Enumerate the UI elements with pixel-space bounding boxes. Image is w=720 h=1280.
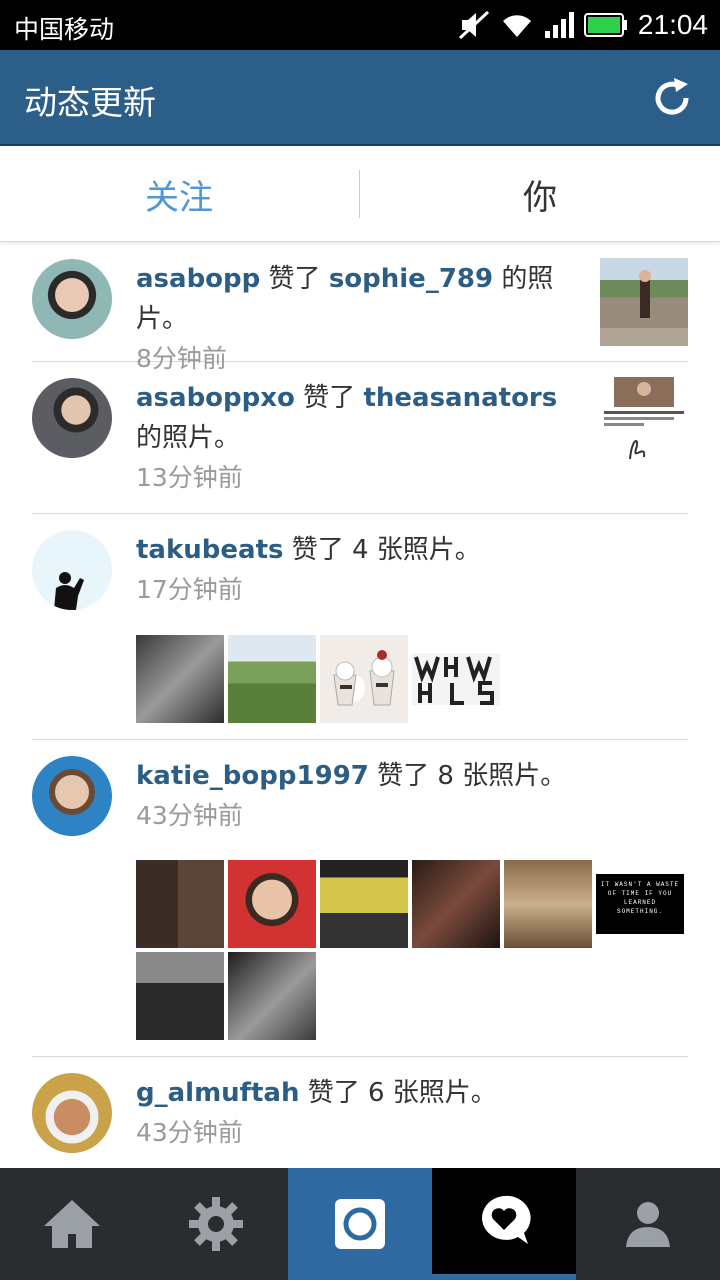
avatar[interactable] [32, 378, 112, 458]
action-text: 赞了 8 张照片。 [377, 761, 567, 791]
username-link[interactable]: asabopp [136, 264, 260, 294]
quote-text: IT WASN'T A WASTE OF TIME IF YOU LEARNED… [596, 874, 684, 934]
refresh-icon[interactable] [648, 74, 696, 122]
timestamp: 43分钟前 [136, 1118, 243, 1147]
photo-thumbnail[interactable]: IT WASN'T A WASTE OF TIME IF YOU LEARNED… [596, 860, 684, 948]
activity-icon [482, 1195, 531, 1244]
profile-icon [626, 1202, 670, 1247]
photo-thumbnail[interactable] [600, 377, 688, 465]
tab-you[interactable]: 你 [361, 146, 719, 242]
photo-thumbnail[interactable] [228, 952, 316, 1040]
activity-text: asaboppxo 赞了 theasanators 的照片。 13分钟前 [136, 378, 576, 498]
tab-bar: 关注 你 [0, 146, 720, 242]
timestamp: 17分钟前 [136, 575, 243, 604]
tab-divider [359, 170, 360, 218]
username-link[interactable]: g_almuftah [136, 1078, 299, 1108]
photo-autograph-card [604, 377, 684, 460]
nav-camera[interactable] [288, 1168, 432, 1280]
avatar[interactable] [32, 756, 112, 836]
username-link[interactable]: katie_bopp1997 [136, 761, 369, 791]
photo-thumbnail[interactable] [136, 635, 224, 723]
action-text: 赞了 6 张照片。 [307, 1078, 497, 1108]
username-link[interactable]: asaboppxo [136, 383, 295, 413]
timestamp: 43分钟前 [136, 801, 243, 830]
avatar[interactable] [32, 259, 112, 339]
activity-text: g_almuftah 赞了 6 张照片。 43分钟前 [136, 1073, 596, 1153]
action-suffix: 的照片。 [136, 423, 241, 453]
avatar[interactable] [32, 1073, 112, 1153]
photo-sundaes [333, 650, 395, 706]
photo-thumbnail[interactable] [600, 258, 688, 346]
photo-thumbnail[interactable] [228, 860, 316, 948]
mute-icon [458, 10, 489, 40]
signal-icon [544, 12, 574, 38]
status-bar: 中国移动 21:04 [0, 0, 720, 50]
page-title: 动态更新 [24, 83, 156, 122]
list-item[interactable]: asabopp 赞了 sophie_789 的照片。 8分钟前 [32, 243, 688, 373]
list-item[interactable]: g_almuftah 赞了 6 张照片。 43分钟前 [32, 1057, 688, 1167]
home-icon [44, 1200, 100, 1248]
photo-thumbnail[interactable] [504, 860, 592, 948]
action-text: 赞了 4 张照片。 [291, 535, 481, 565]
username-link[interactable]: takubeats [136, 535, 283, 565]
avatar[interactable] [32, 530, 112, 610]
app-header: 动态更新 [0, 50, 720, 146]
nav-explore[interactable] [144, 1168, 288, 1280]
status-icons: 21:04 [458, 8, 708, 42]
photo-grid: IT WASN'T A WASTE OF TIME IF YOU LEARNED… [136, 860, 696, 1040]
nav-activity[interactable] [432, 1168, 576, 1280]
photo-thumbnail[interactable] [412, 635, 500, 723]
nav-profile[interactable] [576, 1168, 720, 1280]
tab-following[interactable]: 关注 [0, 146, 358, 242]
activity-feed: asabopp 赞了 sophie_789 的照片。 8分钟前 asaboppx… [0, 243, 720, 1168]
list-item[interactable]: katie_bopp1997 赞了 8 张照片。 43分钟前 IT WASN'T… [32, 740, 688, 1057]
photo-thumbnail[interactable] [320, 860, 408, 948]
photo-grid [136, 635, 696, 723]
activity-text: asabopp 赞了 sophie_789 的照片。 8分钟前 [136, 259, 576, 379]
photo-letter-pattern [412, 653, 500, 705]
wifi-icon [502, 15, 531, 37]
nav-home[interactable] [0, 1168, 144, 1280]
list-item[interactable]: asaboppxo 赞了 theasanators 的照片。 13分钟前 [32, 362, 688, 514]
action-text: 赞了 [268, 264, 321, 294]
photo-thumbnail[interactable] [228, 635, 316, 723]
carrier-name: 中国移动 [14, 15, 115, 44]
photo-thumbnail[interactable] [136, 860, 224, 948]
battery-icon [583, 13, 627, 37]
photo-figure [600, 270, 688, 346]
timestamp: 13分钟前 [136, 463, 243, 492]
activity-text: takubeats 赞了 4 张照片。 17分钟前 [136, 530, 596, 610]
action-text: 赞了 [303, 383, 356, 413]
list-item[interactable]: takubeats 赞了 4 张照片。 17分钟前 [32, 514, 688, 740]
target-username-link[interactable]: theasanators [363, 383, 557, 413]
activity-text: katie_bopp1997 赞了 8 张照片。 43分钟前 [136, 756, 596, 836]
bottom-navigation [0, 1168, 720, 1280]
clock: 21:04 [637, 9, 708, 40]
avatar-silhouette [54, 572, 84, 610]
target-username-link[interactable]: sophie_789 [329, 264, 493, 294]
camera-icon [335, 1199, 385, 1249]
photo-thumbnail[interactable] [320, 635, 408, 723]
photo-thumbnail[interactable] [136, 952, 224, 1040]
photo-thumbnail[interactable] [412, 860, 500, 948]
explore-icon [189, 1197, 243, 1251]
